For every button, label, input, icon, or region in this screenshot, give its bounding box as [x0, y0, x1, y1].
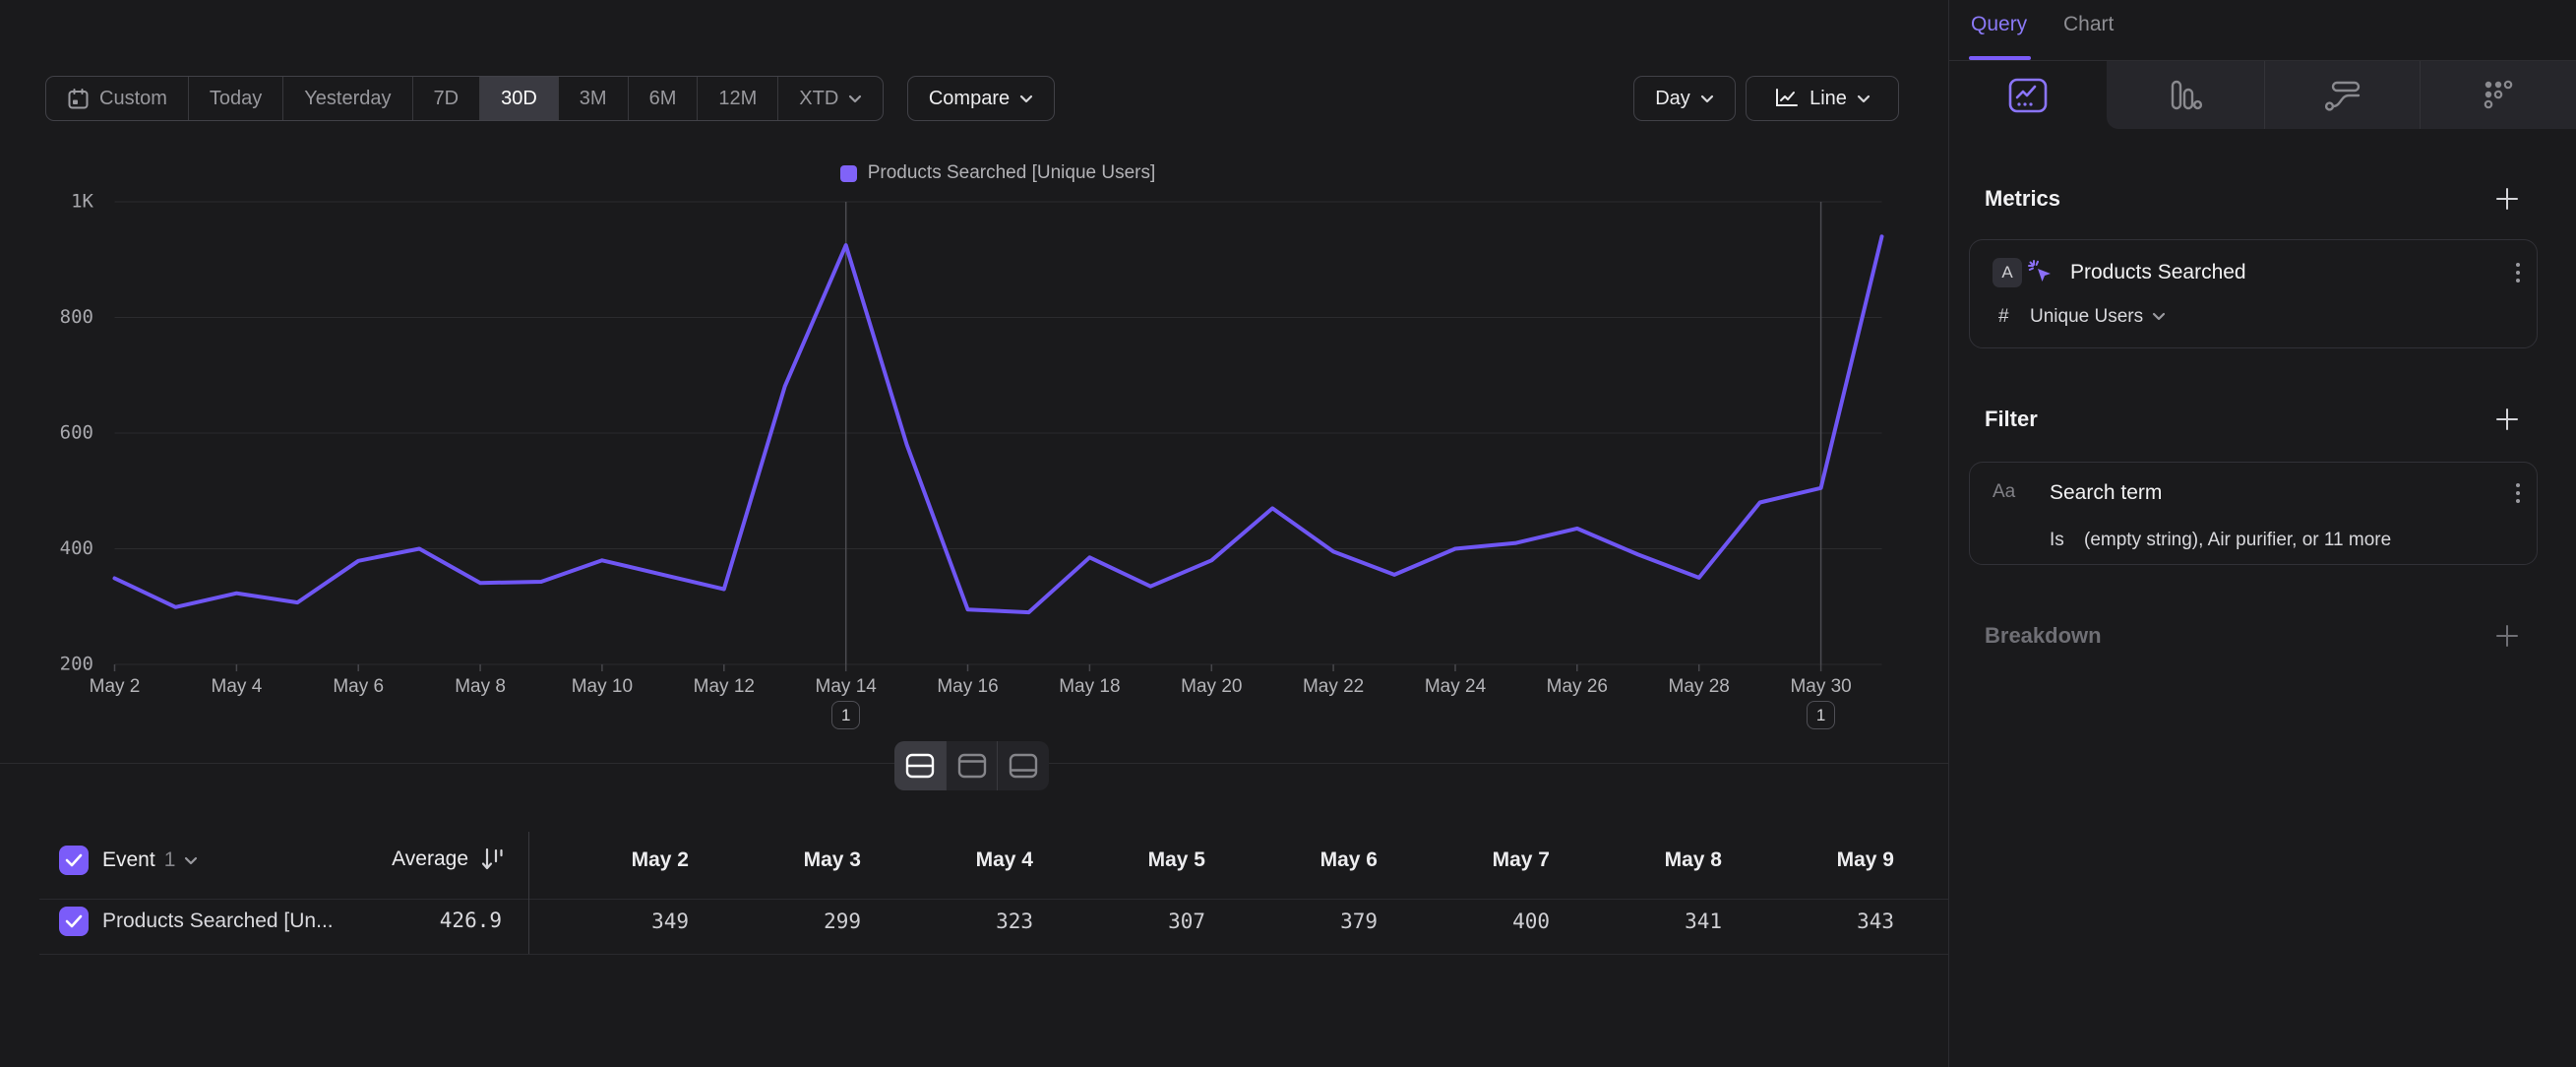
add-breakdown-button[interactable]	[2492, 621, 2522, 651]
metric-card[interactable]: A Products Searched # Unique Users	[1969, 239, 2538, 348]
x-axis-label: May 30	[1790, 676, 1851, 697]
query-sidebar: Query Chart Metrics A Products Searched …	[1948, 0, 2576, 1067]
x-axis-label: May 14	[816, 676, 878, 697]
column-header[interactable]: May 2	[541, 848, 689, 872]
x-axis-label: May 6	[333, 676, 384, 697]
split-view-icon	[904, 752, 936, 780]
y-axis-label: 1K	[71, 191, 93, 213]
annotation-badge[interactable]: 1	[1807, 701, 1835, 729]
cell-value: 341	[1574, 910, 1722, 933]
column-header[interactable]: May 4	[886, 848, 1033, 872]
metric-series-badge: A	[1993, 258, 2022, 287]
chevron-down-icon	[184, 856, 198, 865]
event-header[interactable]: Event 1	[102, 848, 198, 872]
plus-icon	[2494, 623, 2520, 649]
column-header[interactable]: May 5	[1058, 848, 1205, 872]
x-axis-label: May 26	[1547, 676, 1608, 697]
average-header[interactable]: Average	[295, 847, 504, 872]
y-axis-label: 200	[60, 654, 93, 675]
column-header[interactable]: May 8	[1574, 848, 1722, 872]
add-filter-button[interactable]	[2492, 405, 2522, 434]
plus-icon	[2494, 407, 2520, 432]
aggregation-prefix: #	[1998, 306, 2009, 328]
tab-chart[interactable]: Chart	[2063, 13, 2114, 36]
string-property-icon: Aa	[1993, 481, 2015, 503]
filter-property-name[interactable]: Search term	[2050, 481, 2162, 505]
column-header[interactable]: May 3	[713, 848, 861, 872]
event-count: 1	[164, 848, 176, 872]
tab-query[interactable]: Query	[1971, 13, 2027, 36]
x-axis-label: May 28	[1669, 676, 1730, 697]
flows-icon	[2323, 79, 2362, 112]
column-header[interactable]: May 7	[1402, 848, 1550, 872]
x-axis-label: May 12	[694, 676, 755, 697]
split-view-button[interactable]	[894, 741, 946, 790]
row-average-value: 426.9	[354, 909, 502, 932]
event-header-checkbox[interactable]	[59, 846, 89, 875]
filter-operator[interactable]: Is	[2050, 530, 2064, 551]
cell-value: 379	[1230, 910, 1378, 933]
bar-chart-icon	[2167, 79, 2204, 112]
view-layout-toggle	[894, 741, 1049, 790]
retention-dots-icon	[2481, 79, 2516, 112]
filter-card[interactable]: Aa Search term Is (empty string), Air pu…	[1969, 462, 2538, 565]
x-axis-label: May 16	[937, 676, 998, 697]
insights-chart-icon	[2007, 77, 2049, 114]
metrics-section-title: Metrics	[1985, 186, 2060, 212]
row-checkbox[interactable]	[59, 907, 89, 936]
x-axis-label: May 10	[572, 676, 633, 697]
sort-descending-icon[interactable]	[480, 847, 504, 872]
y-axis-label: 400	[60, 537, 93, 559]
filter-options-icon[interactable]	[2515, 480, 2521, 513]
event-click-icon	[2027, 259, 2055, 286]
chart-only-view-button[interactable]	[946, 741, 998, 790]
viz-tab-insights-active[interactable]	[1949, 61, 2107, 129]
metric-options-icon[interactable]	[2515, 260, 2521, 292]
x-axis-label: May 8	[455, 676, 506, 697]
cell-value: 349	[541, 910, 689, 933]
x-axis-label: May 2	[90, 676, 141, 697]
filter-section-title: Filter	[1985, 407, 2038, 432]
annotation-badge[interactable]: 1	[831, 701, 860, 729]
x-axis-label: May 20	[1181, 676, 1242, 697]
x-axis-label: May 24	[1425, 676, 1487, 697]
chart-only-view-icon	[956, 752, 988, 780]
table-row-divider	[39, 899, 1948, 900]
cell-value: 343	[1747, 910, 1894, 933]
plus-icon	[2494, 186, 2520, 212]
x-axis-label: May 18	[1059, 676, 1120, 697]
table-only-view-icon	[1008, 752, 1039, 780]
aggregation-selector[interactable]: Unique Users	[2030, 306, 2143, 328]
y-axis-label: 600	[60, 422, 93, 444]
column-header[interactable]: May 6	[1230, 848, 1378, 872]
cell-value: 400	[1402, 910, 1550, 933]
filter-value[interactable]: (empty string), Air purifier, or 11 more	[2084, 530, 2391, 551]
chevron-down-icon	[2152, 312, 2166, 321]
cell-value: 323	[886, 910, 1033, 933]
cell-value: 299	[713, 910, 861, 933]
data-line[interactable]	[115, 236, 1882, 612]
y-axis-label: 800	[60, 306, 93, 328]
line-chart[interactable]: 200 400 600 800 1K May 2 May 4 May 6 May 8 May 10…	[0, 0, 1948, 763]
cell-value: 307	[1058, 910, 1205, 933]
x-axis-label: May 4	[212, 676, 263, 697]
column-header[interactable]: May 9	[1747, 848, 1894, 872]
main-area: CustomTodayYesterday7D30D3M6M12MXTD Comp…	[0, 0, 1948, 1067]
viz-tab-flows[interactable]	[2264, 61, 2422, 129]
table-column-divider	[528, 832, 529, 954]
table-only-view-button[interactable]	[997, 741, 1049, 790]
x-axis-label: May 22	[1303, 676, 1364, 697]
event-label: Event	[102, 848, 155, 872]
viz-tab-bar[interactable]	[2107, 61, 2264, 129]
table-bottom-divider	[39, 954, 1948, 955]
average-label: Average	[392, 847, 468, 871]
row-label[interactable]: Products Searched [Un...	[102, 910, 334, 933]
metric-name[interactable]: Products Searched	[2070, 261, 2246, 284]
viz-tab-retention[interactable]	[2420, 61, 2576, 129]
add-metric-button[interactable]	[2492, 184, 2522, 214]
breakdown-section-title: Breakdown	[1985, 623, 2102, 649]
